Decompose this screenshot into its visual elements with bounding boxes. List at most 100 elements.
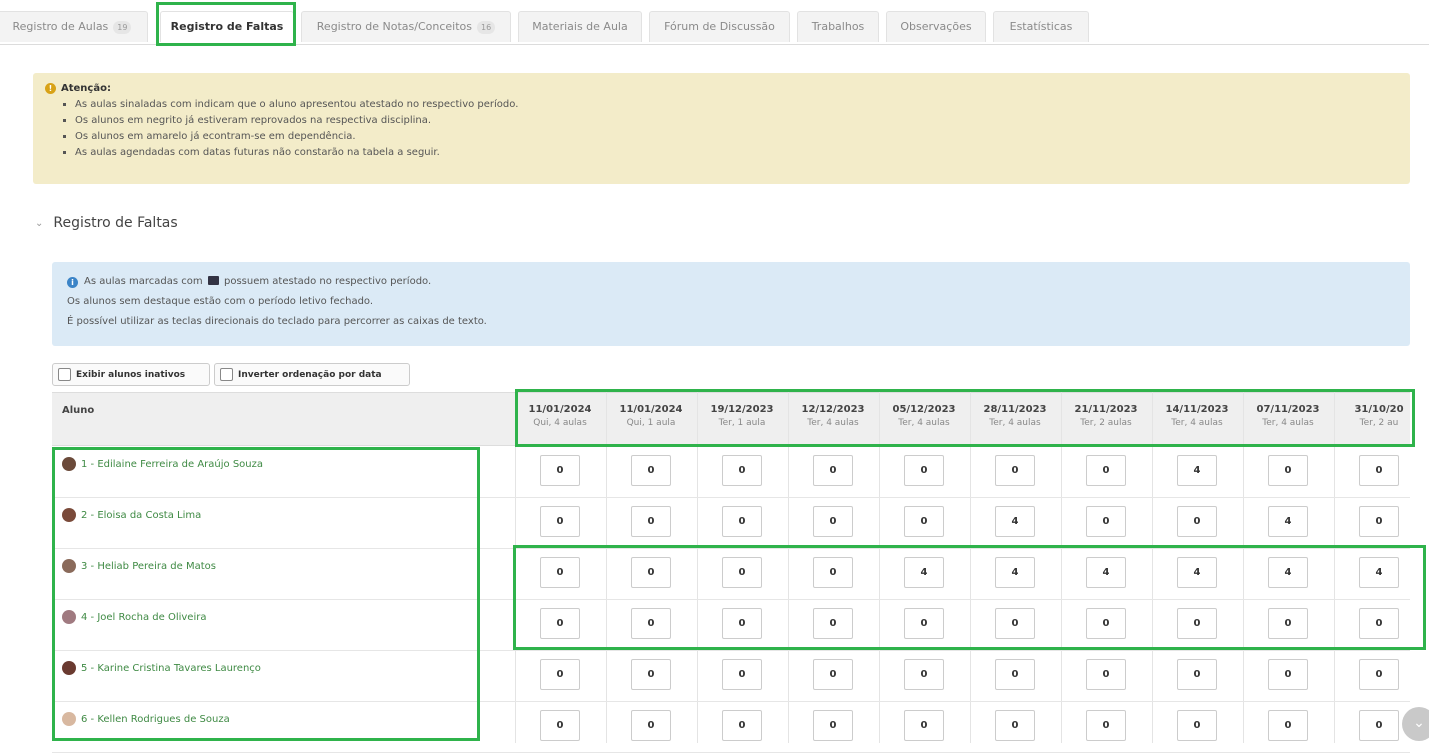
absence-input[interactable]: 0 <box>904 506 944 537</box>
tab-label: Materiais de Aula <box>532 20 628 33</box>
absence-input[interactable]: 0 <box>1268 710 1308 741</box>
absence-input[interactable]: 4 <box>1177 455 1217 486</box>
avatar <box>62 508 76 522</box>
absence-input[interactable]: 0 <box>1177 659 1217 690</box>
absence-input[interactable]: 0 <box>540 710 580 741</box>
absence-input[interactable]: 4 <box>904 557 944 588</box>
absence-input[interactable]: 0 <box>1268 659 1308 690</box>
section-header-registro-de-faltas[interactable]: ⌄ Registro de Faltas <box>35 215 178 231</box>
absence-input[interactable]: 0 <box>722 506 762 537</box>
tab-registro-de-faltas[interactable]: Registro de Faltas <box>160 11 294 42</box>
absence-input[interactable]: 4 <box>1359 557 1399 588</box>
absence-input[interactable]: 0 <box>540 506 580 537</box>
absence-input[interactable]: 0 <box>1268 455 1308 486</box>
date-column-header: 19/12/2023 Ter, 1 aula <box>698 403 786 430</box>
tab-estatisticas[interactable]: Estatísticas <box>993 11 1089 42</box>
absence-input[interactable]: 0 <box>1177 506 1217 537</box>
student-link[interactable]: 1 - Edilaine Ferreira de Araújo Souza <box>62 457 263 471</box>
chevron-down-icon[interactable]: ⌄ <box>35 218 43 229</box>
absence-input[interactable]: 0 <box>1359 455 1399 486</box>
absence-input[interactable]: 0 <box>1359 506 1399 537</box>
student-link[interactable]: 5 - Karine Cristina Tavares Laurenço <box>62 661 261 675</box>
absence-input[interactable]: 0 <box>1086 608 1126 639</box>
absence-input[interactable]: 0 <box>995 608 1035 639</box>
invert-order-label: Inverter ordenação por data <box>238 369 382 380</box>
absence-input[interactable]: 0 <box>813 710 853 741</box>
column-date: 28/11/2023 <box>983 404 1047 415</box>
column-date: 14/11/2023 <box>1165 404 1229 415</box>
absence-input[interactable]: 4 <box>995 506 1035 537</box>
tab-registro-de-notas[interactable]: Registro de Notas/Conceitos 16 <box>301 11 511 42</box>
absence-input[interactable]: 0 <box>1086 455 1126 486</box>
absence-input[interactable]: 0 <box>722 659 762 690</box>
absence-input[interactable]: 4 <box>1268 557 1308 588</box>
invert-order-toggle[interactable]: Inverter ordenação por data <box>214 363 410 386</box>
attention-list: As aulas sinaladas com indicam que o alu… <box>45 97 1398 161</box>
student-name: 5 - Karine Cristina Tavares Laurenço <box>81 662 261 674</box>
show-inactive-toggle[interactable]: Exibir alunos inativos <box>52 363 210 386</box>
absence-input[interactable]: 4 <box>1177 557 1217 588</box>
absence-input[interactable]: 0 <box>722 710 762 741</box>
show-inactive-checkbox[interactable] <box>58 368 71 381</box>
absence-input[interactable]: 0 <box>722 455 762 486</box>
attention-item: Os alunos em negrito já estiveram reprov… <box>75 113 1398 129</box>
absence-input[interactable]: 0 <box>995 710 1035 741</box>
absence-input[interactable]: 0 <box>631 710 671 741</box>
absence-input[interactable]: 0 <box>1359 659 1399 690</box>
chevron-down-icon: ⌄ <box>1413 715 1425 731</box>
absence-input[interactable]: 4 <box>1268 506 1308 537</box>
student-link[interactable]: 4 - Joel Rocha de Oliveira <box>62 610 206 624</box>
absence-input[interactable]: 0 <box>904 710 944 741</box>
column-date: 12/12/2023 <box>801 404 865 415</box>
absence-input[interactable]: 0 <box>631 506 671 537</box>
tab-bar: Registro de Aulas 19 Registro de Faltas R… <box>0 0 1429 45</box>
tab-label: Fórum de Discussão <box>664 20 775 33</box>
absence-input[interactable]: 0 <box>631 455 671 486</box>
absence-input[interactable]: 0 <box>540 608 580 639</box>
absence-input[interactable]: 0 <box>1086 659 1126 690</box>
absence-input[interactable]: 0 <box>540 557 580 588</box>
absence-input[interactable]: 0 <box>540 455 580 486</box>
absence-input[interactable]: 0 <box>904 659 944 690</box>
student-link[interactable]: 2 - Eloisa da Costa Lima <box>62 508 201 522</box>
column-divider <box>697 392 698 743</box>
absence-input[interactable]: 0 <box>1359 710 1399 741</box>
absence-input[interactable]: 0 <box>1359 608 1399 639</box>
warning-circle-icon: ! <box>45 83 56 94</box>
absence-input[interactable]: 0 <box>813 455 853 486</box>
absence-input[interactable]: 0 <box>995 659 1035 690</box>
tab-observacoes[interactable]: Observações <box>886 11 986 42</box>
tab-materiais-de-aula[interactable]: Materiais de Aula <box>518 11 642 42</box>
absence-input[interactable]: 4 <box>995 557 1035 588</box>
absence-input[interactable]: 0 <box>722 557 762 588</box>
absence-input[interactable]: 0 <box>722 608 762 639</box>
absence-input[interactable]: 0 <box>813 557 853 588</box>
scroll-down-button[interactable]: ⌄ <box>1402 707 1429 741</box>
column-divider <box>515 392 516 743</box>
absence-input[interactable]: 4 <box>1086 557 1126 588</box>
absence-input[interactable]: 0 <box>813 506 853 537</box>
tab-trabalhos[interactable]: Trabalhos <box>797 11 879 42</box>
absence-input[interactable]: 0 <box>904 608 944 639</box>
invert-order-checkbox[interactable] <box>220 368 233 381</box>
column-subtitle: Ter, 4 aulas <box>898 418 950 428</box>
absence-input[interactable]: 0 <box>631 659 671 690</box>
absence-input[interactable]: 0 <box>540 659 580 690</box>
absence-input[interactable]: 0 <box>1177 608 1217 639</box>
absence-input[interactable]: 0 <box>813 659 853 690</box>
absence-input[interactable]: 0 <box>813 608 853 639</box>
absence-input[interactable]: 0 <box>631 557 671 588</box>
absence-input[interactable]: 0 <box>1086 710 1126 741</box>
tab-registro-de-aulas[interactable]: Registro de Aulas 19 <box>0 11 148 42</box>
tab-label: Trabalhos <box>811 20 865 33</box>
absence-input[interactable]: 0 <box>1268 608 1308 639</box>
student-link[interactable]: 3 - Heliab Pereira de Matos <box>62 559 216 573</box>
absence-input[interactable]: 0 <box>1086 506 1126 537</box>
absence-input[interactable]: 0 <box>995 455 1035 486</box>
absence-input[interactable]: 0 <box>1177 710 1217 741</box>
absence-input[interactable]: 0 <box>631 608 671 639</box>
student-link[interactable]: 6 - Kellen Rodrigues de Souza <box>62 712 230 726</box>
absence-input[interactable]: 0 <box>904 455 944 486</box>
column-subtitle: Ter, 4 aulas <box>1171 418 1223 428</box>
tab-forum-de-discussao[interactable]: Fórum de Discussão <box>649 11 790 42</box>
